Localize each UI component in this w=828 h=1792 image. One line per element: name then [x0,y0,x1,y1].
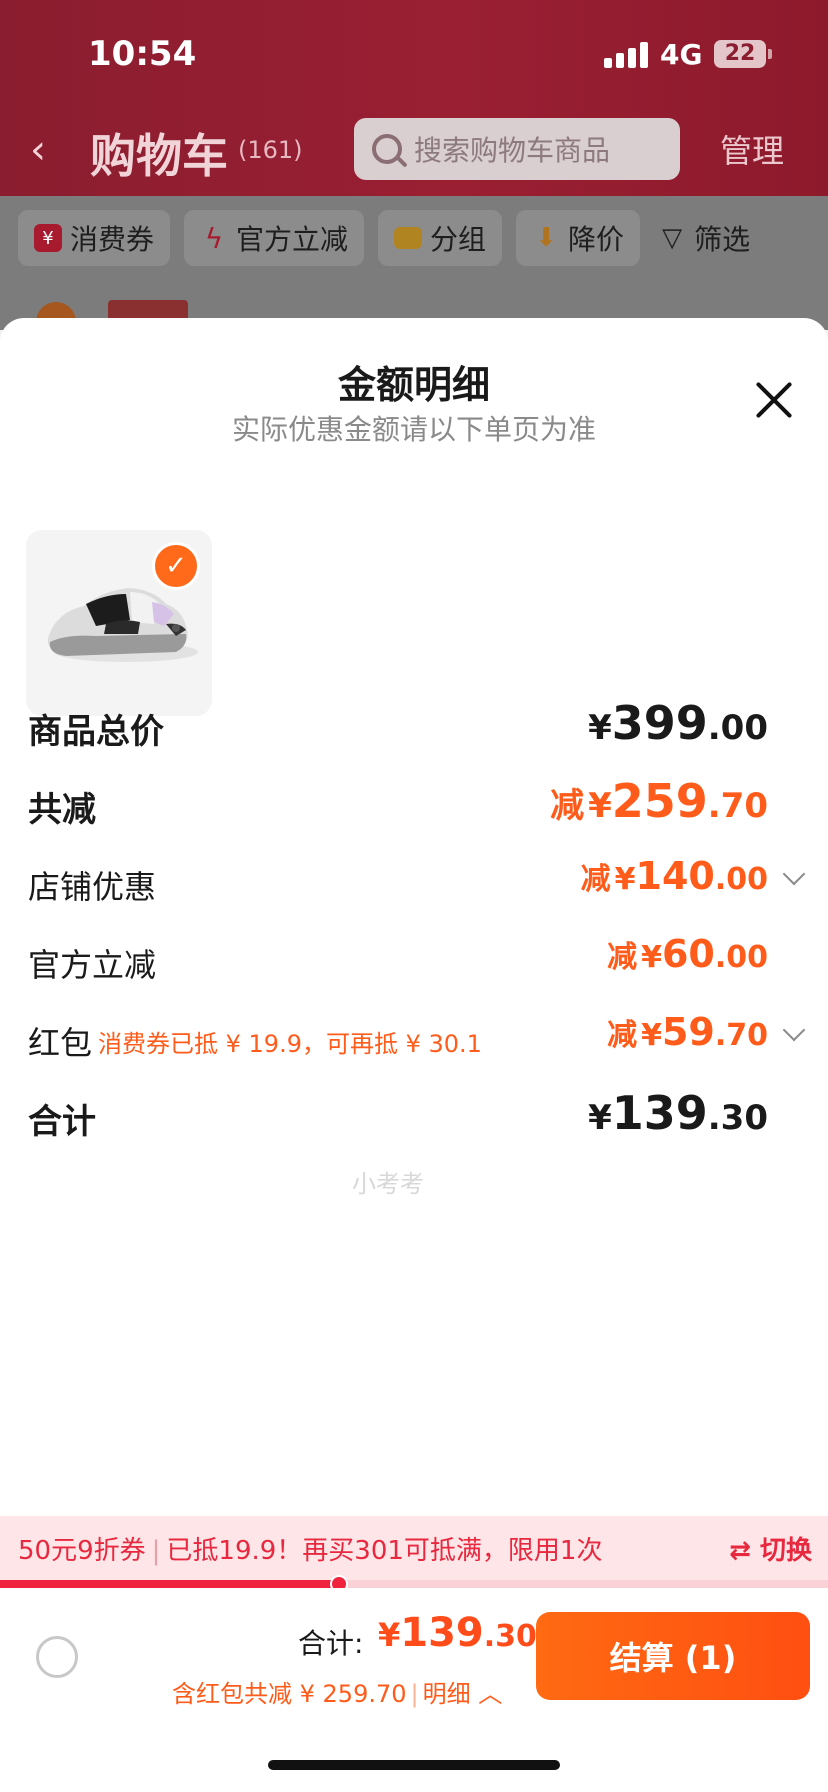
back-icon[interactable]: ‹ [30,130,60,170]
search-icon [372,134,402,164]
signal-icon [604,40,648,68]
filter-bar: ¥ 消费券 ϟ 官方立减 分组 ⬇ 降价 ▽ 筛选 [0,196,828,330]
promo-message: 已抵19.9！再买301可抵满，限用1次 [166,1536,603,1566]
filter-group[interactable]: 分组 [378,210,503,266]
chevron-up-icon: ︿ [478,1680,503,1708]
status-bar: 10:54 4G 22 [0,0,828,110]
chevron-down-icon[interactable] [784,868,804,888]
row-amount: 减 ¥60.00 [607,932,768,976]
switch-coupon-button[interactable]: ⇄ 切换 [729,1530,812,1567]
row-label: 共减 [28,790,96,830]
row-label: 合计 [28,1102,96,1142]
row-total-discount: 共减 减 ¥259.70 [28,774,804,834]
watermark: 小考考 [352,1170,424,1198]
detail-toggle[interactable]: 明细 ︿ [423,1680,503,1708]
row-label: 商品总价 [28,712,164,752]
row-label: 官方立减 [28,946,157,984]
checkout-button[interactable]: 结算 (1) [536,1612,810,1700]
discount-summary-text: 含红包共减 ¥ 259.70 [172,1680,407,1708]
select-all-checkbox[interactable] [36,1636,78,1678]
promo-coupon: 50元9折券 [18,1536,146,1566]
manage-button[interactable]: 管理 [720,126,784,172]
row-amount: 减 ¥59.70 [607,1010,768,1054]
promo-text: 50元9折券 | 已抵19.9！再买301可抵满，限用1次 [18,1536,603,1566]
filter-label: 降价 [568,223,625,256]
filter-label: 分组 [430,223,487,256]
battery-icon: 22 [714,40,766,68]
page-title: 购物车 [90,129,228,183]
coupon-promo-bar: 50元9折券 | 已抵19.9！再买301可抵满，限用1次 ⇄ 切换 [0,1516,828,1580]
filter-screen[interactable]: ▽ 筛选 [654,210,754,266]
battery-tip [768,49,772,59]
row-amount: 减 ¥259.70 [550,774,768,828]
amount-detail-sheet: 金额明细 实际优惠金额请以下单页为准 ✓ 小考考 商品总价 ¥399.00 共减… [0,318,828,1518]
filter-label: 筛选 [694,223,751,256]
search-placeholder: 搜索购物车商品 [414,134,611,167]
filter-label: 消费券 [70,223,155,256]
filter-official-discount[interactable]: ϟ 官方立减 [184,210,365,266]
filter-price-drop[interactable]: ⬇ 降价 [516,210,641,266]
total-amount: ¥139.30 [378,1610,537,1656]
filter-icon: ▽ [662,223,683,253]
sheet-title: 金额明细 [337,363,490,407]
sheet-subtitle: 实际优惠金额请以下单页为准 [231,413,596,446]
coupon-icon: ¥ [34,224,62,252]
row-amount: ¥399.00 [588,696,768,750]
row-shop-discount[interactable]: 店铺优惠 减 ¥140.00 [28,854,804,914]
red-packet-note: 消费券已抵 ¥ 19.9，可再抵 ¥ 30.1 [98,1030,482,1058]
search-input[interactable]: 搜索购物车商品 [354,118,680,180]
chevron-down-icon[interactable] [784,1024,804,1044]
filter-coupon[interactable]: ¥ 消费券 [18,210,171,266]
promo-progress-fill [0,1580,339,1588]
lightning-icon: ϟ [204,221,224,255]
price-drop-icon: ⬇ [535,223,557,253]
row-amount: 减 ¥140.00 [580,854,768,898]
cart-nav-bar: ‹ 购物车 (161) 搜索购物车商品 管理 [0,110,828,200]
network-type: 4G [660,38,703,71]
row-goods-total: 商品总价 ¥399.00 [28,696,804,756]
folder-icon [394,227,423,249]
close-icon[interactable] [754,380,794,420]
filter-label: 官方立减 [236,223,349,256]
selected-check-icon[interactable]: ✓ [152,542,200,590]
row-label: 红包 [28,1024,93,1062]
cart-count: (161) [238,136,303,164]
row-sum: 合计 ¥139.30 [28,1086,804,1146]
home-indicator [268,1760,560,1770]
row-label: 店铺优惠 [28,868,157,906]
row-amount: ¥139.30 [588,1086,768,1140]
total-label: 合计: [298,1627,364,1660]
status-time: 10:54 [88,34,197,74]
row-red-packet[interactable]: 红包 消费券已抵 ¥ 19.9，可再抵 ¥ 30.1 减 ¥59.70 [28,1010,804,1070]
discount-summary: 含红包共减 ¥ 259.70 | 明细 ︿ [172,1680,503,1708]
row-official-discount: 官方立减 减 ¥60.00 [28,932,804,992]
